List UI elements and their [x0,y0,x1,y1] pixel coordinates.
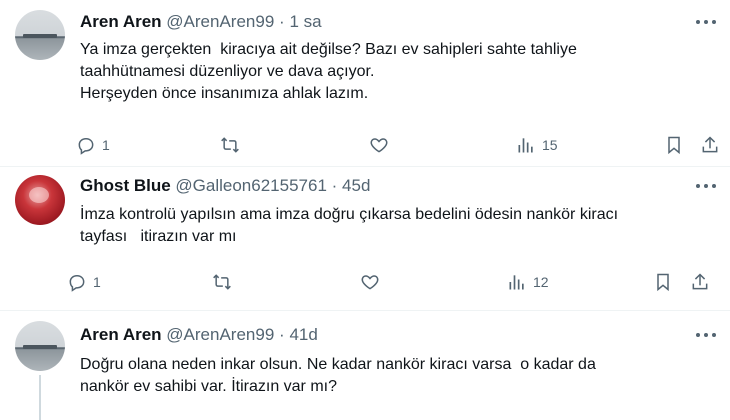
retweet-button[interactable] [220,133,240,157]
views-icon [518,138,533,153]
display-name[interactable]: Aren Aren [80,325,162,344]
reply-count: 1 [102,137,110,153]
tweet-text-line: Herşeyden önce insanımıza ahlak lazım. [80,85,369,102]
tweet-text: İmza kontrolü yapılsın ama imza doğru çı… [80,204,720,248]
heart-icon [370,138,388,153]
display-name[interactable]: Ghost Blue [80,176,171,195]
tweet[interactable]: Ghost Blue @Galleon62155761 · 45d İmza k… [0,167,730,317]
tweet-text-line: Ya imza gerçekten kiracıya ait değilse? … [80,41,577,58]
avatar[interactable] [15,321,65,371]
reply-count: 1 [93,274,101,290]
views-icon [509,275,524,290]
tweet-text-line: İmza kontrolü yapılsın ama imza doğru çı… [80,206,619,223]
share-button[interactable] [700,133,720,157]
avatar[interactable] [15,10,65,60]
tweet-text-line: taahhütnamesi düzenliyor ve dava açıyor. [80,63,375,80]
display-name[interactable]: Aren Aren [80,12,162,31]
tweet-text-line: Doğru olana neden inkar olsun. Ne kadar … [80,356,596,373]
bookmark-icon [668,136,680,155]
user-handle[interactable]: @Galleon62155761 [175,176,327,195]
heart-icon [361,275,379,290]
views-button[interactable]: 15 [516,133,558,157]
share-icon [692,273,708,290]
retweet-icon [213,274,231,290]
retweet-icon [221,137,239,153]
user-handle[interactable]: @ArenAren99 [166,12,274,31]
avatar[interactable] [15,175,65,225]
tweet-text: Doğru olana neden inkar olsun. Ne kadar … [80,354,720,398]
reply-button[interactable]: 1 [67,270,101,294]
retweet-button[interactable] [212,270,232,294]
reply-icon [78,138,94,155]
tweet-text-line: nankör ev sahibi var. İtirazın var mı? [80,378,337,395]
user-handle[interactable]: @ArenAren99 [166,325,274,344]
tweet[interactable]: Aren Aren @ArenAren99 · 41d Doğru olana … [0,311,730,420]
reply-button[interactable]: 1 [76,133,110,157]
bookmark-icon [657,273,669,292]
share-icon [702,136,718,153]
share-button[interactable] [690,270,710,294]
tweet[interactable]: Aren Aren @ArenAren99 · 1 sa Ya imza ger… [0,0,730,170]
timestamp[interactable]: 41d [289,325,317,344]
timestamp[interactable]: 1 sa [289,12,321,31]
bookmark-button[interactable] [653,270,673,294]
thread-line [39,375,41,420]
more-icon[interactable] [694,325,718,345]
more-icon[interactable] [694,12,718,32]
timestamp[interactable]: 45d [342,176,370,195]
separator: · [331,176,338,195]
more-icon[interactable] [694,176,718,196]
tweet-text: Ya imza gerçekten kiracıya ait değilse? … [80,39,720,105]
reply-icon [69,275,85,292]
separator: · [279,325,285,344]
tweet-header: Ghost Blue @Galleon62155761 · 45d [80,176,370,198]
tweet-text-line: tayfası itirazın var mı [80,228,237,245]
tweet-header: Aren Aren @ArenAren99 · 41d [80,325,318,347]
tweet-header: Aren Aren @ArenAren99 · 1 sa [80,12,322,34]
like-button[interactable] [369,133,389,157]
view-count: 15 [542,137,558,153]
separator: · [279,12,285,31]
like-button[interactable] [360,270,380,294]
views-button[interactable]: 12 [507,270,549,294]
view-count: 12 [533,274,549,290]
bookmark-button[interactable] [664,133,684,157]
